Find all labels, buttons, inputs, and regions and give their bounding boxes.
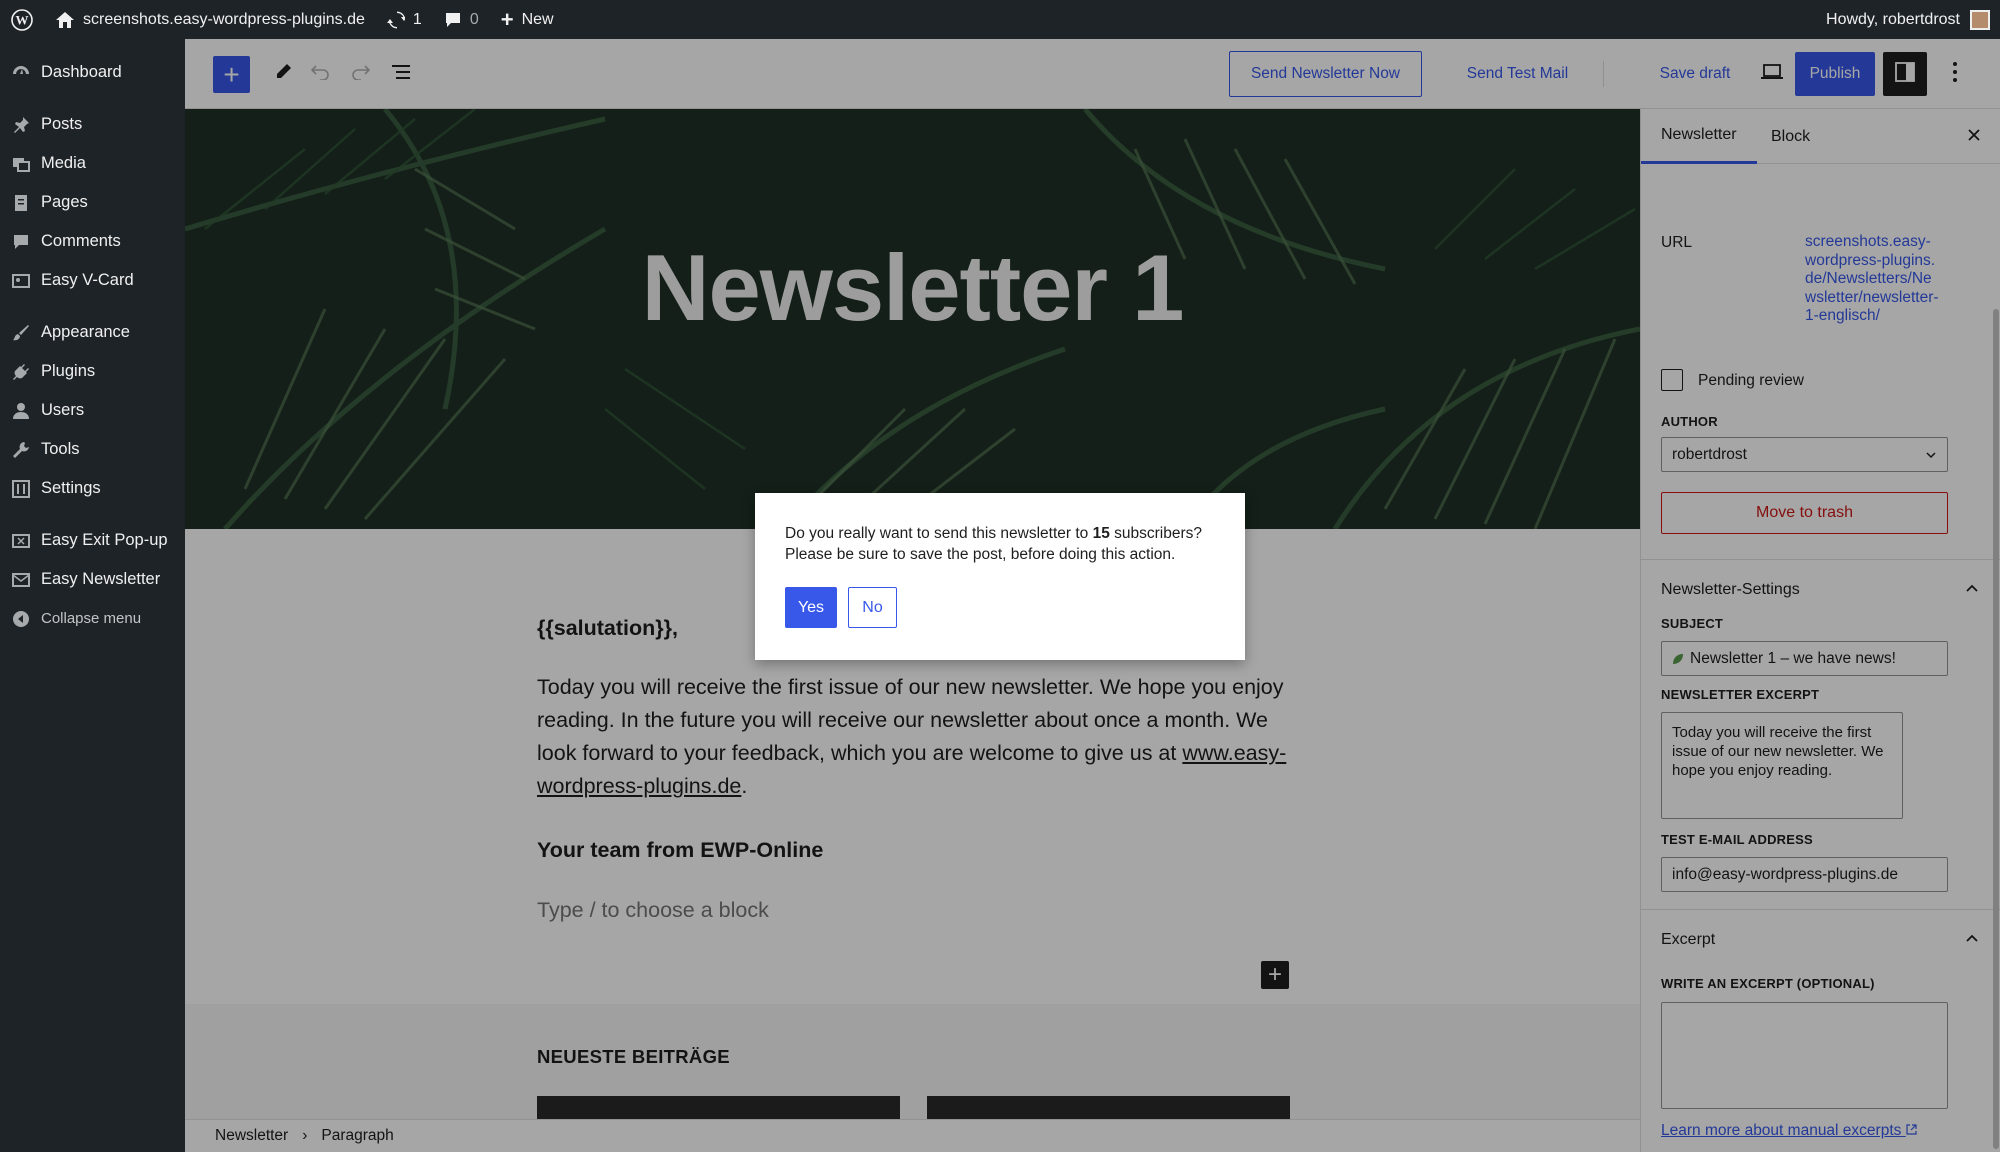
menu-plugins[interactable]: Plugins (0, 352, 185, 391)
menu-dashboard-label: Dashboard (41, 63, 122, 81)
admin-menu: Dashboard Posts Media Pages Comments Eas… (0, 39, 185, 1152)
wordpress-logo-icon[interactable]: W (0, 0, 44, 39)
confirm-send-dialog: Do you really want to send this newslett… (755, 493, 1245, 660)
media-icon (11, 154, 31, 174)
menu-users-label: Users (41, 401, 85, 419)
site-name: screenshots.easy-wordpress-plugins.de (83, 10, 365, 28)
confirm-warning: Please be sure to save the post, before … (785, 546, 1176, 563)
yes-label: Yes (797, 598, 825, 616)
collapse-icon (11, 609, 31, 629)
menu-settings-label: Settings (41, 479, 101, 497)
comments-count: 0 (469, 10, 479, 28)
admin-bar: W screenshots.easy-wordpress-plugins.de … (0, 0, 2000, 39)
menu-exit-popup-label: Easy Exit Pop-up (41, 531, 168, 549)
menu-pages-label: Pages (41, 193, 88, 211)
site-name-link[interactable]: screenshots.easy-wordpress-plugins.de (44, 0, 376, 39)
comment-icon (444, 11, 462, 29)
menu-tools[interactable]: Tools (0, 430, 185, 469)
menu-vcard[interactable]: Easy V-Card (0, 261, 185, 300)
confirm-text-start: Do you really want to send this newslett… (785, 525, 1089, 542)
menu-media-label: Media (41, 154, 86, 172)
updates-link[interactable]: 1 (376, 0, 433, 39)
svg-text:W: W (16, 12, 29, 27)
confirm-buttons: Yes No (785, 587, 1215, 628)
wrench-icon (11, 440, 31, 460)
menu-tools-label: Tools (41, 440, 80, 458)
menu-posts[interactable]: Posts (0, 105, 185, 144)
no-label: No (862, 598, 883, 616)
popup-icon (11, 531, 31, 551)
new-content-link[interactable]: + New (490, 0, 565, 39)
updates-count: 1 (412, 10, 422, 28)
subscriber-count: 15 (1092, 525, 1110, 542)
collapse-menu-button[interactable]: Collapse menu (0, 599, 185, 638)
menu-appearance[interactable]: Appearance (0, 313, 185, 352)
menu-settings[interactable]: Settings (0, 469, 185, 508)
new-label: New (521, 10, 554, 28)
avatar (1970, 9, 1990, 30)
menu-newsletter[interactable]: Easy Newsletter (0, 560, 185, 599)
confirm-message: Do you really want to send this newslett… (785, 523, 1215, 565)
menu-plugins-label: Plugins (41, 362, 96, 380)
no-button[interactable]: No (848, 587, 897, 628)
plus-icon: + (500, 6, 514, 32)
confirm-text-end: subscribers? (1114, 525, 1203, 542)
yes-button[interactable]: Yes (785, 587, 837, 628)
menu-dashboard[interactable]: Dashboard (0, 53, 185, 92)
menu-posts-label: Posts (41, 115, 83, 133)
menu-pages[interactable]: Pages (0, 183, 185, 222)
menu-exit-popup[interactable]: Easy Exit Pop-up (0, 521, 185, 560)
vcard-icon (11, 271, 31, 291)
brush-icon (11, 323, 31, 343)
user-icon (11, 401, 31, 421)
menu-comments[interactable]: Comments (0, 222, 185, 261)
comments-link[interactable]: 0 (433, 0, 490, 39)
envelope-icon (11, 570, 31, 590)
greeting: Howdy, robertdrost (1826, 10, 1960, 28)
menu-users[interactable]: Users (0, 391, 185, 430)
updates-icon (386, 11, 405, 29)
menu-vcard-label: Easy V-Card (41, 271, 134, 289)
dashboard-icon (11, 63, 31, 83)
menu-comments-label: Comments (41, 232, 121, 250)
menu-newsletter-label: Easy Newsletter (41, 570, 161, 588)
menu-appearance-label: Appearance (41, 323, 130, 341)
pages-icon (11, 193, 31, 213)
settings-icon (11, 479, 31, 499)
account-menu[interactable]: Howdy, robertdrost (1826, 0, 1990, 39)
collapse-menu-label: Collapse menu (41, 610, 142, 627)
menu-media[interactable]: Media (0, 144, 185, 183)
pin-icon (11, 115, 31, 135)
home-icon (55, 11, 75, 29)
plug-icon (11, 362, 31, 382)
comments-icon (11, 232, 31, 252)
